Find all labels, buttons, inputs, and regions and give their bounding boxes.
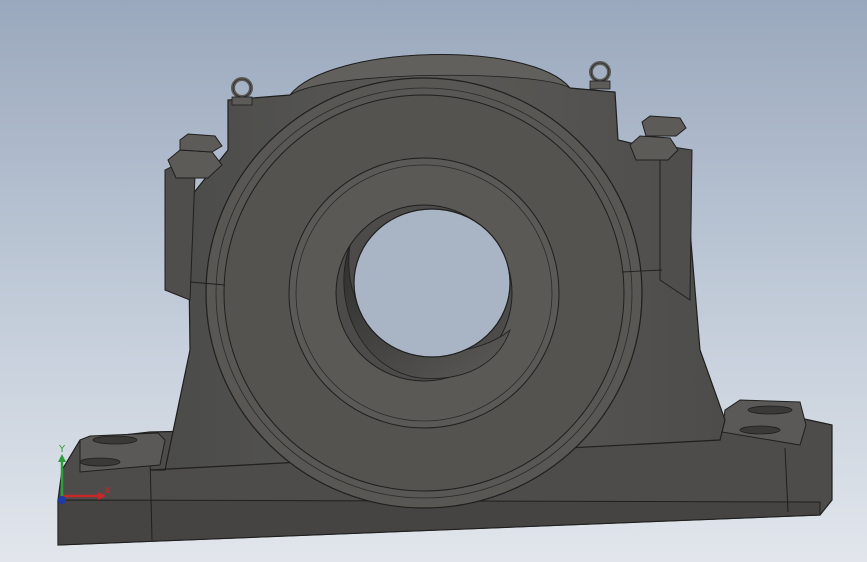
shaft-bore [335, 204, 513, 382]
y-axis-arrow-icon [58, 454, 66, 462]
pillow-block-model[interactable] [0, 0, 867, 562]
right-eye-bolt [589, 61, 611, 90]
y-axis-label: Y [58, 444, 66, 455]
graphics-viewport[interactable]: X Y [0, 0, 867, 562]
z-axis-dot-icon [58, 496, 66, 504]
x-axis-label: X [104, 486, 111, 497]
coordinate-triad: X Y [58, 444, 111, 504]
left-eye-bolt [231, 77, 253, 106]
